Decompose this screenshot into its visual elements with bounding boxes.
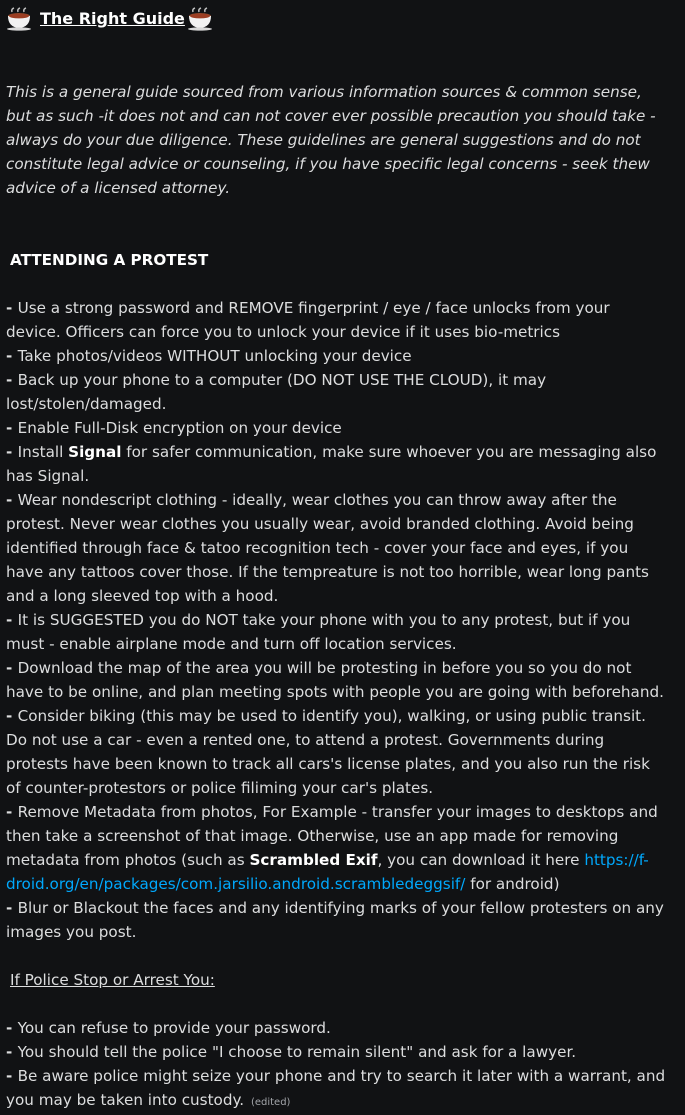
- list-item: - Download the map of the area you will …: [6, 659, 664, 701]
- signal-bold-text: Signal: [68, 443, 122, 461]
- list-item: - Take photos/videos WITHOUT unlocking y…: [6, 347, 412, 365]
- list-item: - It is SUGGESTED you do NOT take your p…: [6, 611, 631, 653]
- section-heading-attending: ATTENDING A PROTEST: [10, 251, 209, 269]
- scrambled-exif-bold-text: Scrambled Exif: [249, 851, 378, 869]
- list-item: - Blur or Blackout the faces and any ide…: [6, 899, 664, 941]
- list-item: - Install Signal for safer communication…: [6, 443, 657, 485]
- list-item: - Enable Full-Disk encryption on your de…: [6, 419, 342, 437]
- list-item: - Remove Metadata from photos, For Examp…: [6, 803, 658, 893]
- list-item: - Back up your phone to a computer (DO N…: [6, 371, 547, 413]
- message-content: The Right Guide This is a general guide …: [0, 0, 668, 1115]
- list-item: - Be aware police might seize your phone…: [6, 1067, 666, 1109]
- coffee-cup-icon: [6, 7, 32, 31]
- guide-title-row: The Right Guide: [6, 6, 668, 32]
- list-item: - You should tell the police "I choose t…: [6, 1043, 577, 1061]
- section-heading-police: If Police Stop or Arrest You:: [10, 971, 215, 989]
- guide-title: The Right Guide: [40, 9, 185, 28]
- list-item: - Use a strong password and REMOVE finge…: [6, 299, 610, 341]
- list-item: - You can refuse to provide your passwor…: [6, 1019, 331, 1037]
- disclaimer-text: This is a general guide sourced from var…: [6, 83, 656, 197]
- list-item: - Consider biking (this may be used to i…: [6, 707, 650, 797]
- coffee-cup-icon: [187, 7, 213, 31]
- list-item: - Wear nondescript clothing - ideally, w…: [6, 491, 649, 605]
- edited-label: (edited): [250, 1097, 291, 1108]
